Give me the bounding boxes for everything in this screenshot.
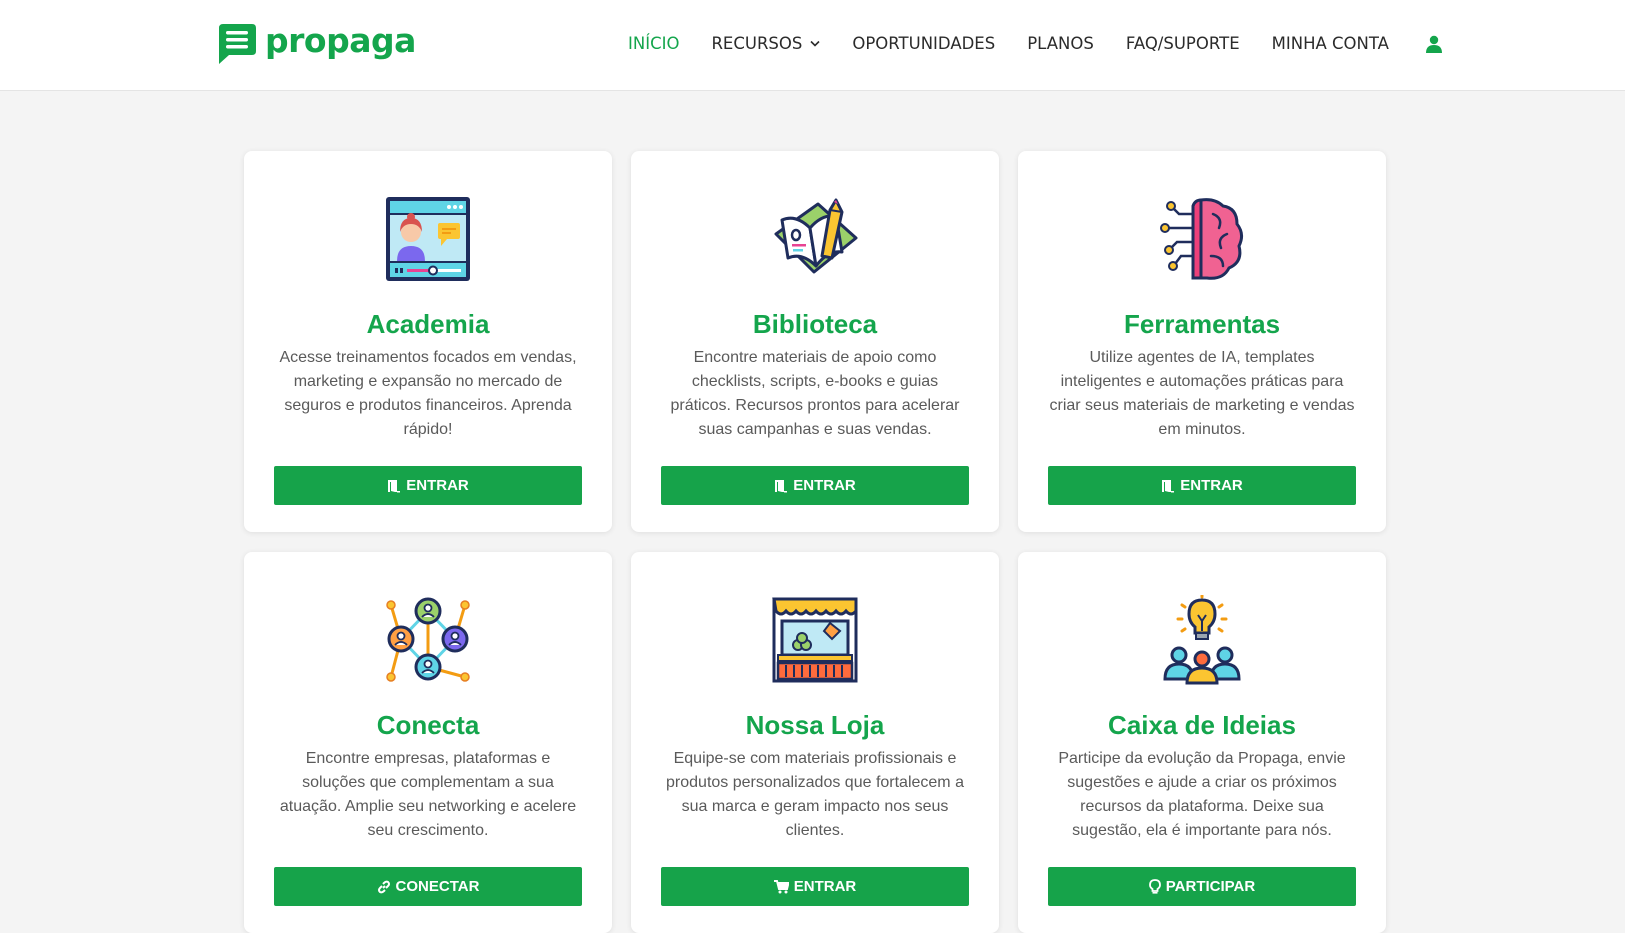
card-description: Equipe-se com materiais profissionais e …	[666, 750, 964, 839]
video-lesson-icon	[382, 193, 474, 285]
card-caixa-de-ideias: Caixa de Ideias Participe da evolução da…	[1018, 552, 1386, 933]
brand-name: propaga	[265, 21, 416, 60]
conecta-connect-button[interactable]: CONECTAR	[274, 867, 582, 906]
site-header: propaga INÍCIO RECURSOS OPORTUNIDADES PL…	[0, 0, 1625, 91]
resources-grid: Academia Acesse treinamentos focados em …	[244, 151, 1386, 933]
link-icon	[377, 880, 391, 894]
card-title: Nossa Loja	[745, 710, 885, 740]
nav-item-label: FAQ/SUPORTE	[1125, 34, 1240, 53]
nav-item-oportunidades[interactable]: OPORTUNIDADES	[852, 34, 995, 53]
button-label: ENTRAR	[793, 477, 856, 494]
card-title: Academia	[366, 309, 490, 339]
nav-item-inicio[interactable]: INÍCIO	[628, 34, 679, 53]
academia-enter-button[interactable]: ENTRAR	[274, 466, 582, 505]
chevron-down-icon	[810, 40, 820, 47]
card-biblioteca: Biblioteca Encontre materiais de apoio c…	[631, 151, 999, 532]
card-title: Biblioteca	[752, 309, 878, 339]
button-label: ENTRAR	[406, 477, 469, 494]
lightbulb-icon	[1148, 879, 1161, 894]
cart-icon	[773, 879, 789, 894]
button-label: ENTRAR	[1180, 477, 1243, 494]
chat-logo-icon	[219, 24, 256, 64]
ideias-participate-button[interactable]: PARTICIPAR	[1048, 867, 1356, 906]
card-description: Encontre materiais de apoio como checkli…	[670, 349, 960, 438]
ai-brain-icon	[1156, 193, 1248, 285]
card-conecta: Conecta Encontre empresas, plataformas e…	[244, 552, 612, 933]
card-description: Encontre empresas, plataformas e soluçõe…	[279, 750, 577, 839]
card-description: Acesse treinamentos focados em vendas, m…	[279, 349, 577, 438]
card-title: Caixa de Ideias	[1108, 710, 1296, 740]
network-people-icon	[382, 594, 474, 686]
button-label: ENTRAR	[793, 878, 857, 895]
main-nav: INÍCIO RECURSOS OPORTUNIDADES PLANOS FAQ…	[628, 34, 1443, 53]
nav-item-label: MINHA CONTA	[1271, 34, 1389, 53]
nav-item-minha-conta[interactable]: MINHA CONTA	[1272, 34, 1389, 53]
card-nossa-loja: Nossa Loja Equipe-se com materiais profi…	[631, 552, 999, 933]
card-description: Participe da evolução da Propaga, envie …	[1058, 750, 1346, 839]
door-enter-icon	[1161, 479, 1175, 493]
nav-item-recursos[interactable]: RECURSOS	[711, 34, 820, 53]
door-enter-icon	[387, 479, 401, 493]
nav-item-planos[interactable]: PLANOS	[1027, 34, 1094, 53]
nav-item-label: INÍCIO	[628, 34, 680, 53]
nav-item-label: RECURSOS	[711, 34, 803, 53]
brand-logo[interactable]: propaga	[214, 22, 416, 65]
user-icon	[1425, 35, 1442, 53]
storefront-icon	[769, 594, 861, 686]
user-account-button[interactable]	[1425, 35, 1443, 53]
card-title: Conecta	[376, 710, 480, 740]
card-description: Utilize agentes de IA, templates intelig…	[1049, 349, 1355, 438]
team-idea-icon	[1156, 594, 1248, 686]
card-title: Ferramentas	[1123, 309, 1281, 339]
book-pencil-icon	[769, 193, 861, 285]
ferramentas-enter-button[interactable]: ENTRAR	[1048, 466, 1356, 505]
nav-item-faq-suporte[interactable]: FAQ/SUPORTE	[1126, 34, 1240, 53]
biblioteca-enter-button[interactable]: ENTRAR	[661, 466, 969, 505]
card-ferramentas: Ferramentas Utilize agentes de IA, templ…	[1018, 151, 1386, 532]
nav-item-label: PLANOS	[1027, 34, 1094, 53]
button-label: CONECTAR	[395, 878, 480, 895]
nav-item-label: OPORTUNIDADES	[852, 34, 996, 53]
loja-enter-button[interactable]: ENTRAR	[661, 867, 969, 906]
card-academia: Academia Acesse treinamentos focados em …	[244, 151, 612, 532]
button-label: PARTICIPAR	[1165, 878, 1256, 895]
door-enter-icon	[774, 479, 788, 493]
